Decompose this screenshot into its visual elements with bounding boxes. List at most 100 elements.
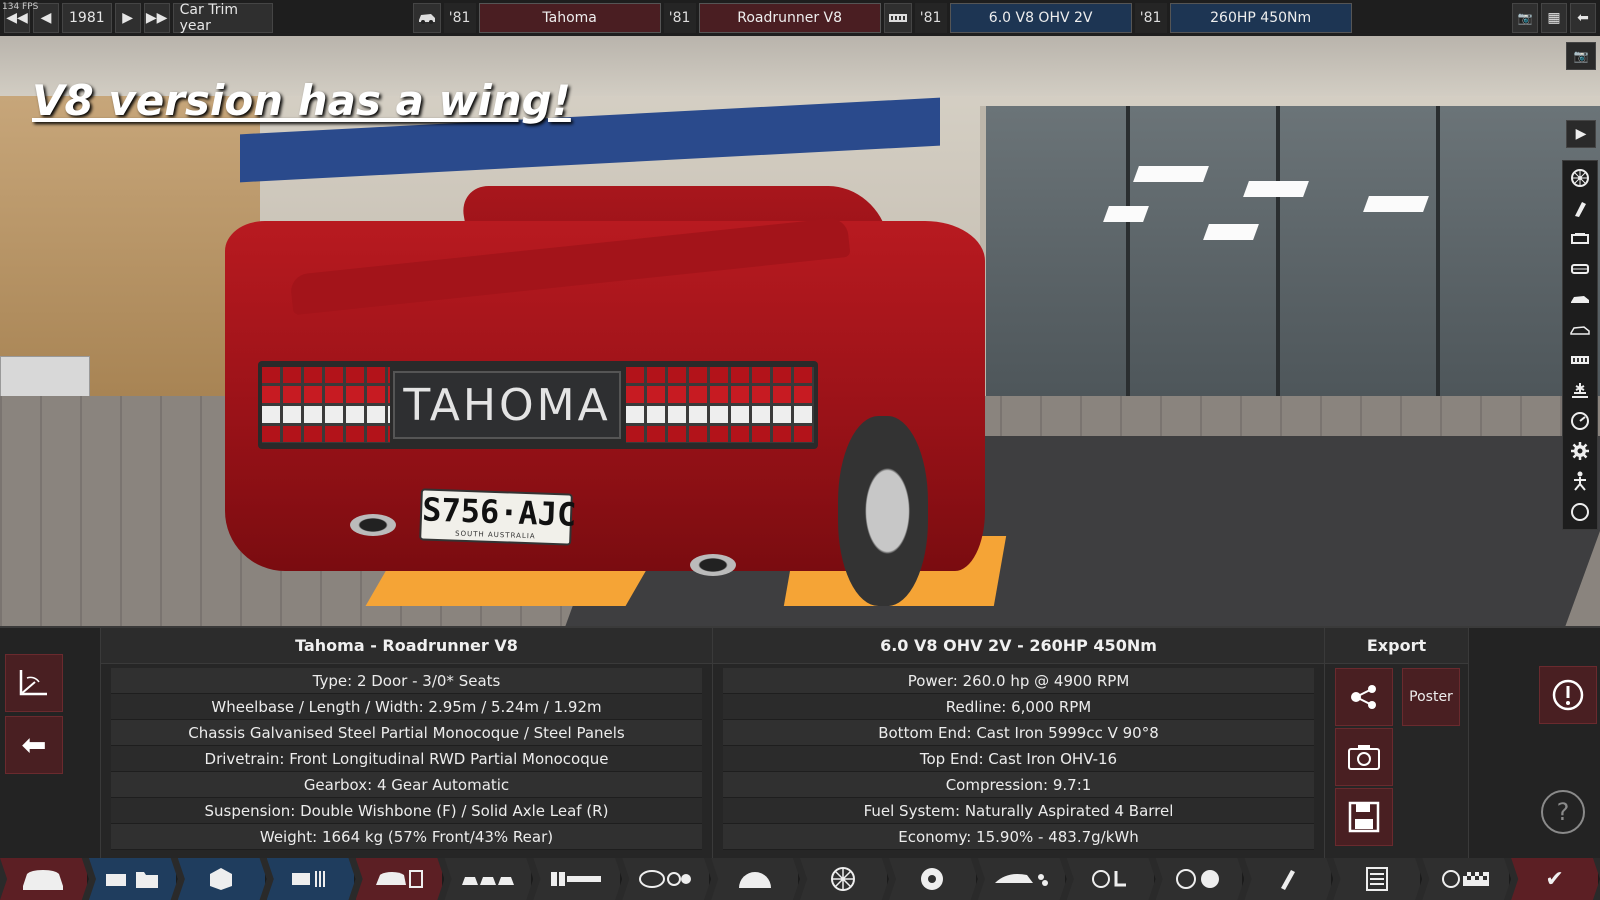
top-bar: ◀◀ ◀ 1981 ▶ ▶▶ Car Trim year '81 Tahoma …	[0, 0, 1600, 36]
gauge-view-tool[interactable]	[1566, 408, 1594, 434]
circle-tool[interactable]	[1566, 499, 1594, 525]
trim-view-tool[interactable]	[1566, 256, 1594, 282]
checkered-flag-icon	[1441, 870, 1489, 888]
engine-summary-rows: Power: 260.0 hp @ 4900 RPM Redline: 6,00…	[713, 664, 1324, 850]
overlay-caption: V8 version has a wing!	[32, 76, 571, 125]
engine-folder-icon	[106, 872, 159, 888]
photo-button[interactable]	[1335, 728, 1393, 786]
trim-year: '81	[663, 3, 696, 33]
stage-wheels[interactable]	[800, 858, 889, 900]
car-bodies-icon	[461, 877, 514, 885]
skip-back-icon: ◀◀	[6, 10, 28, 26]
stage-car-model[interactable]	[0, 858, 89, 900]
body-view-tool[interactable]	[1566, 286, 1594, 312]
suspension-view-tool[interactable]	[1566, 377, 1594, 403]
stage-safety[interactable]	[1155, 858, 1245, 900]
car-summary-title: Tahoma - Roadrunner V8	[101, 628, 712, 664]
engine-selector[interactable]: 6.0 V8 OHV 2V	[949, 3, 1132, 33]
left-wall	[0, 96, 260, 396]
stage-calculator[interactable]	[1333, 858, 1423, 900]
plate-number: S756·AJC	[421, 490, 577, 534]
right-tool-column	[1562, 160, 1598, 530]
stage-testing[interactable]	[1422, 858, 1512, 900]
car-icon	[23, 870, 64, 890]
stage-trim[interactable]	[355, 858, 445, 900]
right-tail-light	[626, 367, 814, 443]
stage-engine-family[interactable]	[88, 858, 178, 900]
engine-stat-row: Fuel System: Naturally Aspirated 4 Barre…	[723, 798, 1314, 824]
back-button[interactable]: ⬅	[5, 716, 63, 774]
speedometer-icon	[1571, 411, 1589, 430]
brake-disc-icon	[921, 868, 944, 890]
save-button[interactable]	[1335, 788, 1393, 846]
stage-finish[interactable]: ✔	[1511, 858, 1600, 900]
car-stat-row: Weight: 1664 kg (57% Front/43% Rear)	[111, 824, 702, 850]
engine-icon-button[interactable]	[883, 3, 912, 33]
tail-panel: TAHOMA	[258, 361, 818, 449]
wheel-tool[interactable]	[1566, 165, 1594, 191]
spray-icon	[1575, 202, 1586, 218]
driver-view-tool[interactable]	[1566, 468, 1594, 494]
camera-icon	[1348, 745, 1380, 770]
car-stat-row: Type: 2 Door - 3/0* Seats	[111, 668, 702, 694]
car-viewport[interactable]: TAHOMA S756·AJC SOUTH AUSTRALIA V8 versi…	[0, 36, 1600, 626]
stage-engine-variant[interactable]	[266, 858, 356, 900]
stage-brakes[interactable]	[888, 858, 978, 900]
photo-mode-button[interactable]: 📷	[1566, 42, 1596, 70]
spray-can-icon	[1280, 870, 1295, 890]
screenshot-button[interactable]: 📷	[1512, 3, 1538, 33]
last-year-button[interactable]: ▶▶	[143, 3, 170, 33]
engine-view-tool[interactable]	[1566, 226, 1594, 252]
stage-aero[interactable]	[977, 858, 1067, 900]
stage-paint[interactable]	[1244, 858, 1334, 900]
floppy-disk-icon	[1348, 801, 1380, 833]
share-button[interactable]	[1335, 668, 1393, 726]
share-nodes-icon	[1351, 685, 1376, 709]
variant-selector[interactable]: 260HP 450Nm	[1169, 3, 1352, 33]
stage-chassis[interactable]	[533, 858, 623, 900]
paint-tool[interactable]	[1566, 195, 1594, 221]
stage-interior[interactable]	[1066, 858, 1156, 900]
help-button[interactable]: ?	[1541, 790, 1585, 834]
menu-icon: ▦	[1547, 10, 1561, 26]
settings-view-tool[interactable]	[1566, 438, 1594, 464]
stage-engine-design[interactable]	[177, 858, 267, 900]
chassis-view-tool[interactable]	[1566, 347, 1594, 373]
camera-angle-button[interactable]	[5, 654, 63, 712]
stage-drivetrain[interactable]	[622, 858, 712, 900]
model-year: '81	[443, 3, 476, 33]
camera-icon: 📷	[1517, 11, 1533, 25]
trim-selector[interactable]: Roadrunner V8	[698, 3, 881, 33]
car-stat-row: Drivetrain: Front Longitudinal RWD Parti…	[111, 746, 702, 772]
car-trim-icon	[376, 870, 423, 888]
model-selector[interactable]: Tahoma	[478, 3, 661, 33]
interior-view-tool[interactable]	[1566, 317, 1594, 343]
export-column: Export Poster	[1324, 628, 1468, 860]
back-arrow-icon: ⬅	[1577, 10, 1589, 26]
stage-body[interactable]	[444, 858, 534, 900]
play-button[interactable]: ▶	[1566, 120, 1596, 148]
axis-icon	[19, 670, 47, 696]
engine-summary-column: 6.0 V8 OHV 2V - 260HP 450Nm Power: 260.0…	[712, 628, 1324, 860]
year-field[interactable]: 1981	[62, 3, 112, 33]
bottom-stage-nav: ✔	[0, 858, 1600, 900]
menu-button[interactable]: ▦	[1541, 3, 1567, 33]
car-model-icon-button[interactable]	[412, 3, 441, 33]
car-side-icon	[1571, 296, 1589, 304]
arrow-left-icon: ⬅	[21, 727, 47, 763]
fps-counter: 134 FPS	[2, 2, 39, 12]
poster-button[interactable]: Poster	[1402, 668, 1460, 726]
warning-button[interactable]	[1539, 666, 1597, 724]
office-windows	[980, 106, 1600, 436]
trim-year-label: Car Trim year	[172, 2, 273, 34]
steering-seat-icon	[1092, 870, 1127, 888]
engine-block-icon	[888, 14, 907, 22]
engine-summary-title: 6.0 V8 OHV 2V - 260HP 450Nm	[713, 628, 1324, 664]
engine-stat-row: Redline: 6,000 RPM	[723, 694, 1314, 720]
engine-tune-icon	[292, 871, 326, 887]
next-year-button[interactable]: ▶	[114, 3, 141, 33]
camera-icon: 📷	[1573, 49, 1589, 63]
stage-suspension[interactable]	[711, 858, 801, 900]
exit-button[interactable]: ⬅	[1570, 3, 1596, 33]
license-plate: S756·AJC SOUTH AUSTRALIA	[419, 488, 577, 546]
